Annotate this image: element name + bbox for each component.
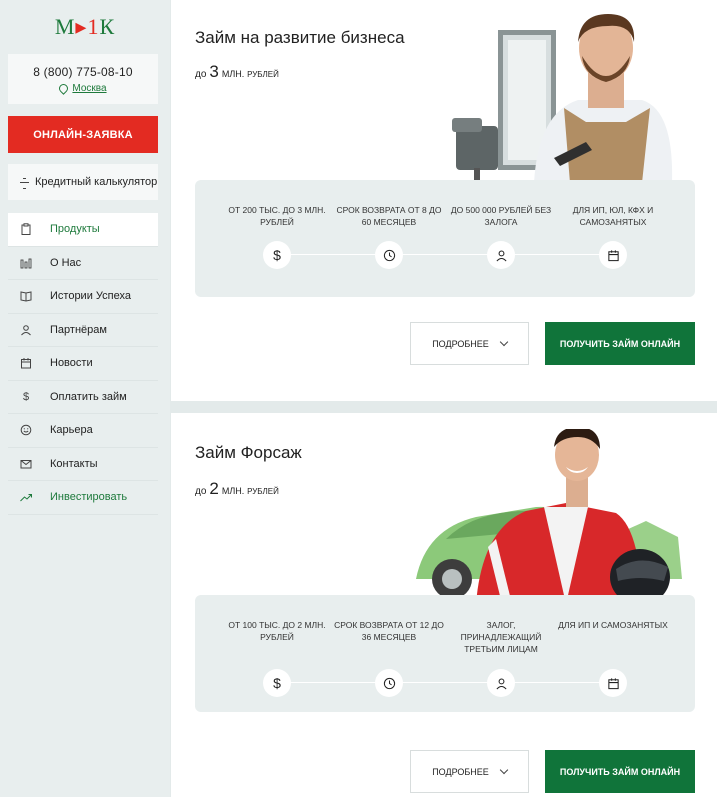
- get-loan-online-button[interactable]: ПОЛУЧИТЬ ЗАЙМ ОНЛАЙН: [545, 322, 695, 365]
- dollar-icon: $: [263, 241, 291, 269]
- sidebar-menu: Продукты О Нас Истории Успеха Партнёрам …: [8, 213, 158, 515]
- dollar-icon: $: [263, 669, 291, 697]
- feature-text: ОТ 200 ТЫС. ДО 3 МЛН. РУБЛЕЙ: [228, 205, 326, 227]
- sidebar-item-success-stories[interactable]: Истории Успеха: [8, 280, 158, 314]
- user-icon: [20, 324, 32, 336]
- feature-text: ДЛЯ ИП, ЮЛ, КФХ И САМОЗАНЯТЫХ: [572, 205, 654, 227]
- online-application-button[interactable]: ОНЛАЙН-ЗАЯВКА: [8, 116, 158, 153]
- contact-block: 8 (800) 775-08-10 Москва: [8, 54, 158, 104]
- phone-number[interactable]: 8 (800) 775-08-10: [33, 65, 132, 79]
- clipboard-icon: [20, 223, 32, 236]
- sidebar-item-about[interactable]: О Нас: [8, 247, 158, 280]
- details-button[interactable]: ПОДРОБНЕЕ: [410, 750, 529, 793]
- trend-up-icon: [20, 491, 32, 503]
- features-timeline: [277, 254, 613, 255]
- location-pin-icon: [57, 81, 71, 95]
- smile-icon: [20, 424, 32, 436]
- chevron-down-icon: [499, 337, 509, 347]
- mail-icon: [20, 458, 32, 470]
- logo[interactable]: М▸1К: [0, 0, 170, 54]
- sidebar-item-contacts[interactable]: Контакты: [8, 448, 158, 481]
- sidebar-item-partners[interactable]: Партнёрам: [8, 314, 158, 347]
- clock-icon: [375, 241, 403, 269]
- details-button[interactable]: ПОДРОБНЕЕ: [410, 322, 529, 365]
- features-timeline: [277, 682, 613, 683]
- features-panel: ОТ 100 ТЫС. ДО 2 МЛН. РУБЛЕЙ СРОК ВОЗВРА…: [195, 595, 695, 712]
- city-link[interactable]: Москва: [57, 81, 107, 95]
- chevron-down-icon: [499, 765, 509, 775]
- credit-calculator-button[interactable]: Кредитный калькулятор: [8, 164, 158, 200]
- sidebar-item-career[interactable]: Карьера: [8, 414, 158, 448]
- feature-text: СРОК ВОЗВРАТА ОТ 8 ДО 60 МЕСЯЦЕВ: [336, 205, 442, 227]
- user-icon: [487, 669, 515, 697]
- user-icon: [487, 241, 515, 269]
- dollar-icon: $: [22, 390, 30, 403]
- sidebar-item-products[interactable]: Продукты: [8, 213, 158, 247]
- card-amount: до 3 МЛН. РУБЛЕЙ: [195, 62, 279, 81]
- feature-text: ОТ 100 ТЫС. ДО 2 МЛН. РУБЛЕЙ: [228, 620, 326, 642]
- card-title: Займ на развитие бизнеса: [195, 28, 405, 47]
- loan-card-forsazh: Займ Форсаж до 2 МЛН. РУБЛЕЙ ОТ 100 ТЫС. Д…: [171, 413, 717, 797]
- feature-text: ДЛЯ ИП И САМОЗАНЯТЫХ: [558, 620, 668, 630]
- sidebar: М▸1К 8 (800) 775-08-10 Москва ОНЛАЙН-ЗАЯ…: [0, 0, 170, 797]
- card-title: Займ Форсаж: [195, 443, 302, 462]
- book-icon: [20, 290, 32, 302]
- feature-text: СРОК ВОЗВРАТА ОТ 12 ДО 36 МЕСЯЦЕВ: [334, 620, 444, 642]
- calendar-icon: [599, 669, 627, 697]
- features-panel: ОТ 200 ТЫС. ДО 3 МЛН. РУБЛЕЙ СРОК ВОЗВРА…: [195, 180, 695, 297]
- feature-text: ДО 500 000 РУБЛЕЙ БЕЗ ЗАЛОГА: [450, 205, 552, 227]
- calendar-icon: [20, 357, 32, 369]
- loan-card-business: Займ на развитие бизнеса до 3 МЛН. РУБЛЕЙ …: [171, 0, 717, 401]
- clock-icon: [375, 669, 403, 697]
- barber-hero-image: [452, 14, 673, 183]
- sidebar-item-news[interactable]: Новости: [8, 347, 158, 381]
- card-amount: до 2 МЛН. РУБЛЕЙ: [195, 479, 279, 498]
- bars-icon: [20, 257, 32, 269]
- calculator-icon: [20, 177, 29, 189]
- sidebar-item-invest[interactable]: Инвестировать: [8, 481, 158, 515]
- get-loan-online-button[interactable]: ПОЛУЧИТЬ ЗАЙМ ОНЛАЙН: [545, 750, 695, 793]
- calendar-icon: [599, 241, 627, 269]
- sidebar-item-pay-loan[interactable]: $ Оплатить займ: [8, 381, 158, 414]
- racer-hero-image: [416, 429, 682, 604]
- feature-text: ЗАЛОГ, ПРИНАДЛЕЖАЩИЙ ТРЕТЬИМ ЛИЦАМ: [460, 620, 542, 654]
